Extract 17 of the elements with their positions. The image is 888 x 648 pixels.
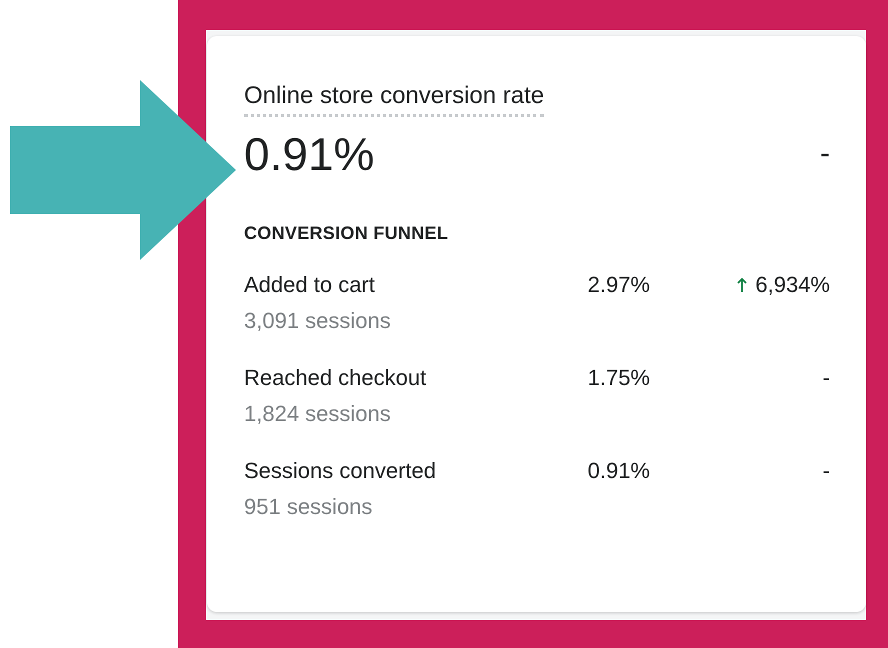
step-label: Sessions converted [244,458,437,484]
section-heading: CONVERSION FUNNEL [244,223,450,244]
change-value: - [822,458,830,484]
session-count: 3,091 sessions [244,308,392,334]
metric-value: 0.91% [244,127,374,181]
comparison-value: - [820,137,830,171]
step-label: Added to cart [244,272,376,298]
pointer-arrow-icon [10,80,236,260]
step-rate: 0.91% [586,458,650,484]
session-count: 1,824 sessions [244,401,392,427]
change-value: - [822,365,830,391]
metric-title: Online store conversion rate [244,82,544,117]
step-rate: 2.97% [586,272,650,298]
step-label: Reached checkout [244,365,428,391]
step-rate: 1.75% [586,365,650,391]
session-count: 951 sessions [244,494,374,520]
change-value: 6,934% [755,272,830,298]
